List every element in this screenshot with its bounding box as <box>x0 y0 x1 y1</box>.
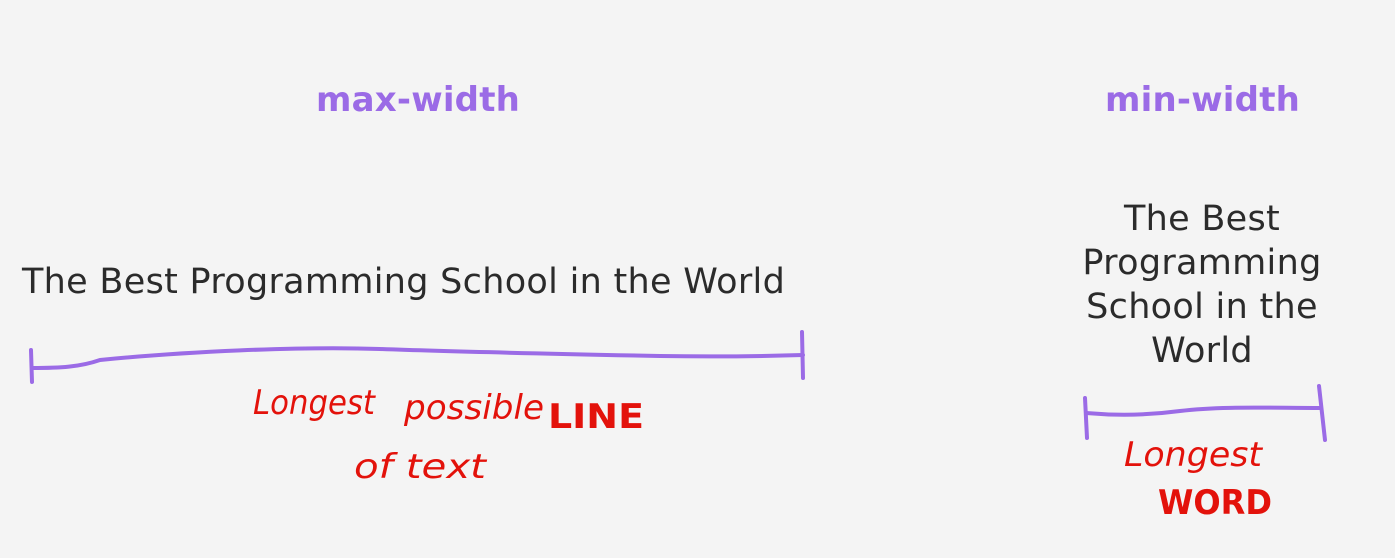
min-width-bracket <box>1083 384 1327 442</box>
max-width-bracket <box>29 330 805 384</box>
min-width-annotation: Longest WORD <box>1124 435 1272 523</box>
max-annotation-of-text: of text <box>354 447 488 487</box>
annotation-layer: Longest possible LINE of text Longest WO… <box>29 330 1327 523</box>
min-annotation-word: WORD <box>1158 483 1272 523</box>
min-width-bracket-left-tick <box>1083 396 1089 440</box>
min-width-bracket-line <box>1084 405 1322 417</box>
max-width-bracket-line <box>30 346 805 370</box>
max-annotation-possible: possible <box>403 388 544 428</box>
min-annotation-longest: Longest <box>1124 435 1264 475</box>
max-width-annotation: Longest possible LINE of text <box>253 383 644 487</box>
max-annotation-longest: Longest <box>253 383 377 423</box>
max-annotation-line-word: LINE <box>548 397 644 437</box>
min-width-bracket-right-tick <box>1317 384 1327 442</box>
max-width-bracket-left-tick <box>29 348 34 384</box>
max-width-bracket-right-tick <box>800 330 805 380</box>
